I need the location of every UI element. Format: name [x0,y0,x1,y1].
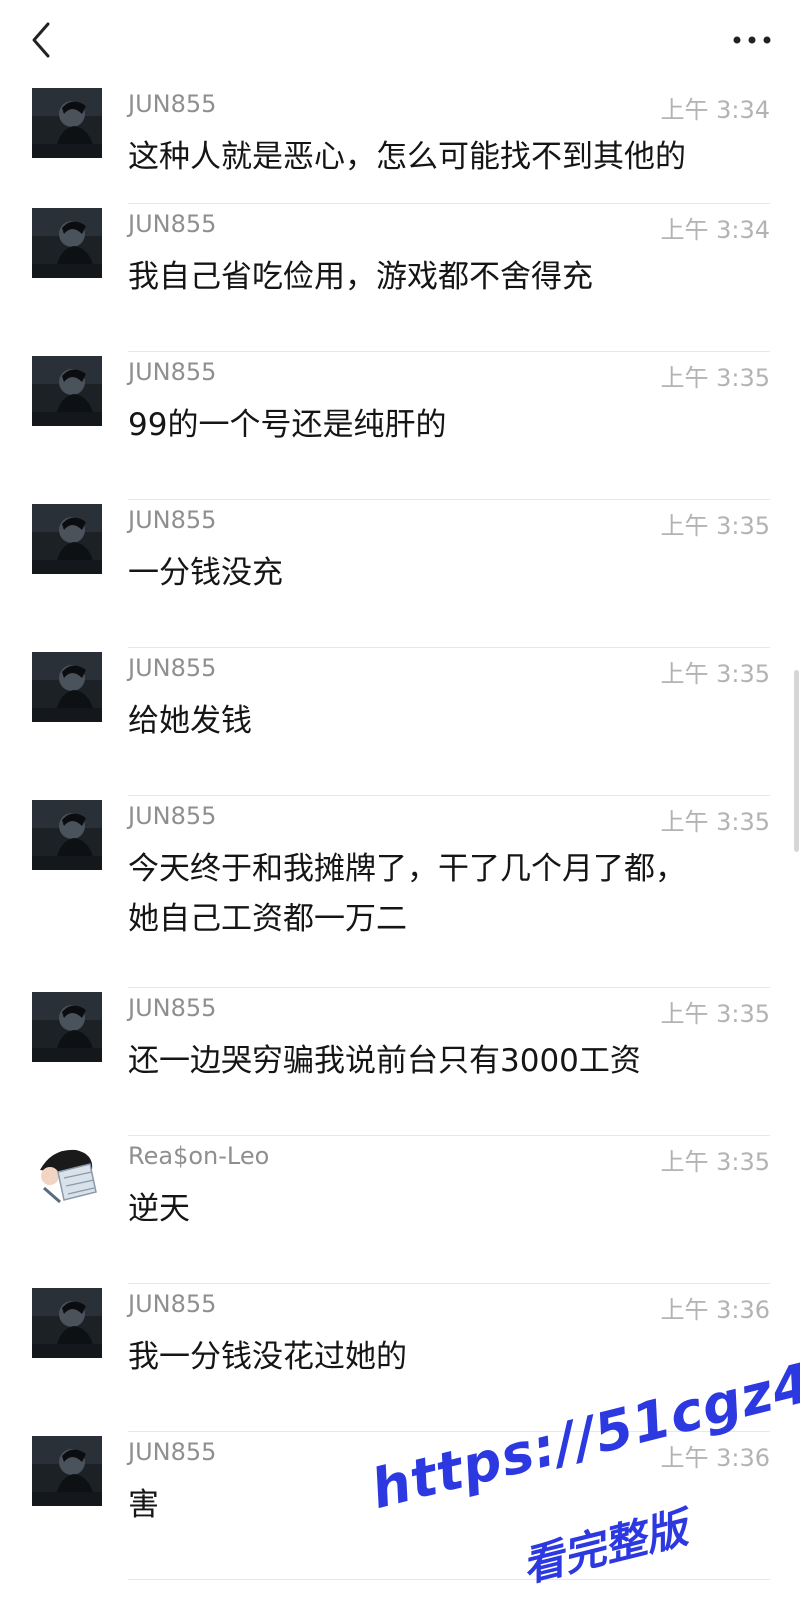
avatar-image [32,1140,102,1210]
message-time: 上午 3:35 [660,1000,770,1028]
sender-name: JUN855 [128,654,217,682]
avatar[interactable] [32,1288,102,1358]
sender-name: JUN855 [128,802,217,830]
sender-name: JUN855 [128,994,217,1022]
message-text[interactable]: 害 [128,1480,768,1530]
chat-message[interactable]: JUN855 上午 3:35 还一边哭穷骗我说前台只有3000工资 [0,988,800,1136]
avatar-image [32,208,102,278]
chat-message[interactable]: JUN855 上午 3:36 害 [0,1432,800,1580]
avatar-image [32,800,102,870]
top-bar [0,0,800,88]
sender-name: JUN855 [128,1290,217,1318]
sender-name: JUN855 [128,90,217,118]
message-text[interactable]: 我一分钱没花过她的 [128,1332,768,1382]
message-time: 上午 3:34 [660,216,770,244]
chevron-left-icon [32,22,50,58]
avatar[interactable] [32,88,102,158]
chat-message[interactable]: JUN855 上午 3:35 99的一个号还是纯肝的 [0,352,800,500]
sender-name: JUN855 [128,506,217,534]
chat-message[interactable]: Rea$on-Leo 上午 3:35 逆天 [0,1136,800,1284]
avatar-image [32,652,102,722]
more-horizontal-icon [733,36,771,44]
chat-message[interactable]: JUN855 上午 3:35 今天终于和我摊牌了，干了几个月了都， 她自己工资都… [0,796,800,988]
avatar[interactable] [32,356,102,426]
chat-message[interactable]: JUN855 上午 3:34 这种人就是恶心，怎么可能找不到其他的 [0,84,800,204]
avatar[interactable] [32,800,102,870]
more-button[interactable] [730,30,774,50]
divider [128,1579,770,1580]
avatar[interactable] [32,1436,102,1506]
message-time: 上午 3:35 [660,660,770,688]
message-time: 上午 3:36 [660,1296,770,1324]
back-button[interactable] [26,20,62,60]
message-list: JUN855 上午 3:34 这种人就是恶心，怎么可能找不到其他的 JUN855… [0,88,800,1580]
avatar-image [32,88,102,158]
scrollbar[interactable] [794,670,799,852]
message-text[interactable]: 今天终于和我摊牌了，干了几个月了都， 她自己工资都一万二 [128,844,768,944]
message-text[interactable]: 99的一个号还是纯肝的 [128,400,768,450]
avatar[interactable] [32,652,102,722]
avatar[interactable] [32,208,102,278]
avatar-image [32,356,102,426]
message-text[interactable]: 逆天 [128,1184,768,1234]
avatar-image [32,504,102,574]
message-time: 上午 3:35 [660,808,770,836]
sender-name: JUN855 [128,358,217,386]
avatar[interactable] [32,1140,102,1210]
avatar[interactable] [32,992,102,1062]
avatar[interactable] [32,504,102,574]
chat-message[interactable]: JUN855 上午 3:35 给她发钱 [0,648,800,796]
sender-name: Rea$on-Leo [128,1142,270,1170]
message-text[interactable]: 我自己省吃俭用，游戏都不舍得充 [128,252,768,302]
message-text[interactable]: 给她发钱 [128,696,768,746]
message-time: 上午 3:35 [660,512,770,540]
message-text[interactable]: 一分钱没充 [128,548,768,598]
chat-message[interactable]: JUN855 上午 3:34 我自己省吃俭用，游戏都不舍得充 [0,204,800,352]
message-time: 上午 3:36 [660,1444,770,1472]
avatar-image [32,992,102,1062]
sender-name: JUN855 [128,1438,217,1466]
chat-message[interactable]: JUN855 上午 3:36 我一分钱没花过她的 [0,1284,800,1432]
sender-name: JUN855 [128,210,217,238]
avatar-image [32,1288,102,1358]
message-text[interactable]: 还一边哭穷骗我说前台只有3000工资 [128,1036,768,1086]
message-text[interactable]: 这种人就是恶心，怎么可能找不到其他的 [128,132,768,182]
message-time: 上午 3:34 [660,96,770,124]
avatar-image [32,1436,102,1506]
message-time: 上午 3:35 [660,364,770,392]
message-time: 上午 3:35 [660,1148,770,1176]
chat-message[interactable]: JUN855 上午 3:35 一分钱没充 [0,500,800,648]
